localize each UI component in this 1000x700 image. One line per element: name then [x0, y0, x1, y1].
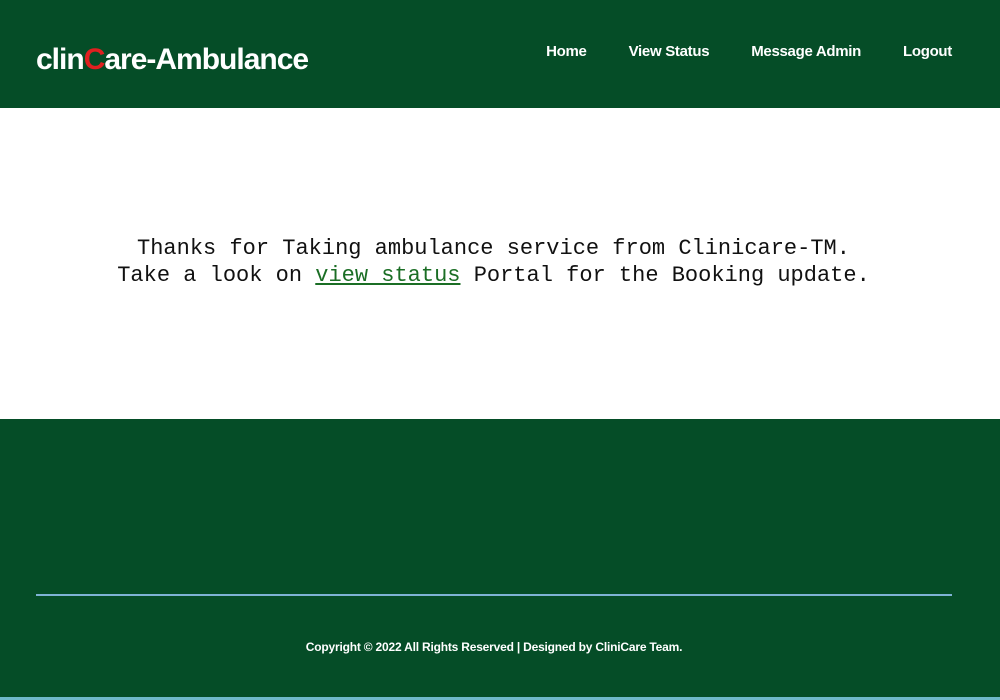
nav-home-link[interactable]: Home [546, 40, 587, 64]
brand-logo[interactable]: clinCare-Ambulance [36, 40, 309, 80]
main-nav: Home View Status Message Admin Logout [546, 40, 952, 64]
confirmation-message: Thanks for Taking ambulance service from… [0, 235, 987, 289]
message-line-2: Take a look on view status Portal for th… [0, 262, 987, 289]
nav-view-status-link[interactable]: View Status [629, 40, 710, 64]
site-footer: Copyright © 2022 All Rights Reserved | D… [0, 419, 1000, 700]
brand-accent: C [83, 43, 106, 76]
main-content: Thanks for Taking ambulance service from… [0, 108, 1000, 419]
footer-divider [36, 594, 952, 596]
nav-message-admin-link[interactable]: Message Admin [751, 40, 861, 64]
view-status-link[interactable]: view status [315, 263, 460, 288]
brand-suffix: are-Ambulance [104, 43, 309, 76]
nav-logout-link[interactable]: Logout [903, 40, 952, 64]
message-line-2-prefix: Take a look on [117, 263, 316, 288]
brand-prefix: clin [36, 43, 85, 76]
site-header: clinCare-Ambulance Home View Status Mess… [0, 0, 1000, 108]
message-line-1: Thanks for Taking ambulance service from… [137, 236, 850, 261]
copyright-text: Copyright © 2022 All Rights Reserved | D… [305, 640, 683, 654]
message-line-2-suffix: Portal for the Booking update. [460, 263, 870, 288]
